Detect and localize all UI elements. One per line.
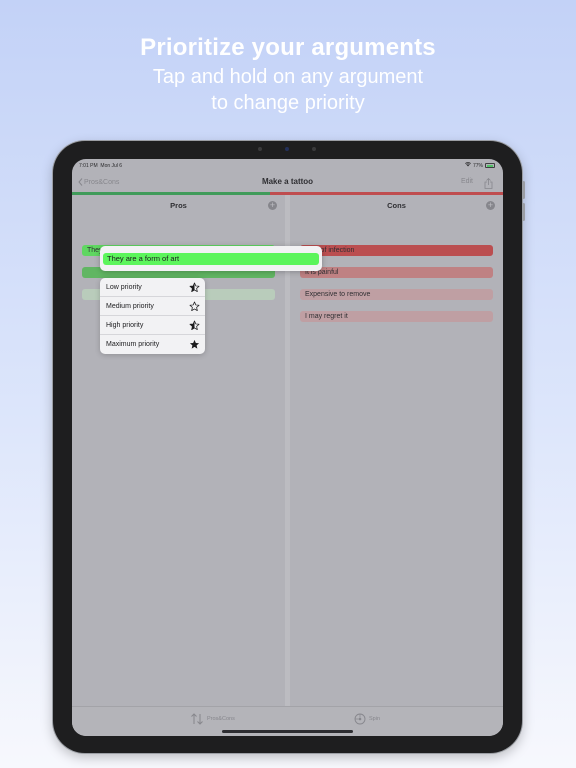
app-screen: 7:01 PM Mon Jul 6 77% Pros&Cons Make a t…: [72, 159, 503, 736]
star-outline-icon: [189, 301, 200, 311]
volume-button: [522, 203, 525, 221]
star-filled-icon: [189, 339, 200, 349]
front-camera: [285, 147, 289, 151]
argument-preview: They are a form of art: [100, 246, 322, 271]
priority-menu: Low priority Medium priority High priori…: [100, 278, 205, 354]
star-half-icon: [189, 320, 200, 330]
ipad-frame: 7:01 PM Mon Jul 6 77% Pros&Cons Make a t…: [53, 141, 525, 753]
promo-subline: Tap and hold on any argument: [152, 66, 424, 88]
star-quarter-icon: [189, 282, 200, 292]
menu-item-label: High priority: [106, 322, 144, 329]
sensor: [312, 147, 316, 151]
menu-item-label: Medium priority: [106, 303, 154, 310]
menu-item-high-priority[interactable]: High priority: [100, 316, 205, 335]
menu-item-label: Low priority: [106, 284, 142, 291]
selected-argument: They are a form of art: [103, 253, 319, 265]
volume-button: [522, 181, 525, 199]
menu-item-maximum-priority[interactable]: Maximum priority: [100, 335, 205, 354]
menu-item-medium-priority[interactable]: Medium priority: [100, 297, 205, 316]
menu-item-low-priority[interactable]: Low priority: [100, 278, 205, 297]
menu-item-label: Maximum priority: [106, 341, 160, 348]
promo-headline: Prioritize your arguments: [140, 34, 436, 61]
sensor: [258, 147, 262, 151]
promo-subline: to change priority: [211, 92, 365, 114]
